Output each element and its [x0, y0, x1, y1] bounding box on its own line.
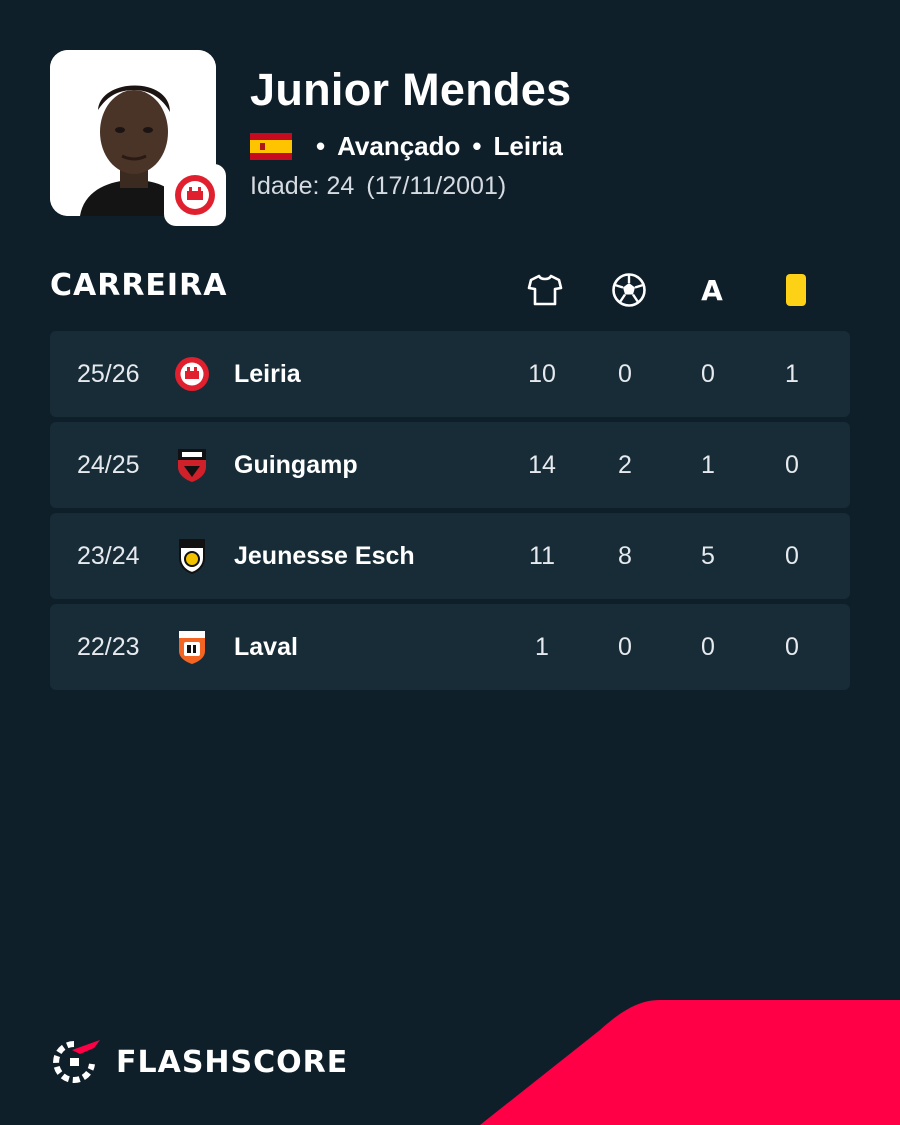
section-title: CARREIRA	[50, 268, 228, 303]
appearances: 10	[528, 360, 556, 388]
career-row: 22/23 Laval 1 0 0 0	[50, 604, 850, 690]
spain-flag-icon	[250, 132, 292, 160]
season: 22/23	[77, 633, 140, 661]
season: 25/26	[77, 360, 140, 388]
club-name: Guingamp	[234, 451, 358, 479]
brand-name: FLASHSCORE	[116, 1044, 349, 1080]
yellow-cards: 1	[785, 360, 799, 388]
accent-corner	[480, 1000, 900, 1125]
separator-dot: •	[472, 130, 482, 161]
leiria-crest-icon	[175, 357, 209, 391]
yellow-cards: 0	[785, 633, 799, 661]
appearances: 14	[528, 451, 556, 479]
appearances: 11	[529, 542, 555, 570]
career-row: 23/24 Jeunesse Esch 11 8 5 0	[50, 513, 850, 599]
career-row: 24/25 Guingamp 14 2 1 0	[50, 422, 850, 508]
birthdate: (17/11/2001)	[366, 172, 507, 200]
assists: 1	[701, 451, 715, 479]
leiria-crest-icon	[175, 175, 215, 215]
player-name: Junior Mendes	[250, 64, 572, 115]
season: 23/24	[77, 542, 140, 570]
career-row: 25/26 Leiria 10 0 0 1	[50, 331, 850, 417]
assists: 0	[701, 633, 715, 661]
assists: 5	[701, 542, 715, 570]
assists: 0	[701, 360, 715, 388]
assist-icon: A	[692, 270, 732, 310]
assist-letter: A	[701, 273, 723, 307]
player-position: Avançado	[337, 130, 461, 161]
player-age: Idade: 24 (17/11/2001)	[250, 172, 506, 201]
season: 24/25	[77, 451, 140, 479]
age-label: Idade: 24	[250, 172, 355, 200]
brand-logo: FLASHSCORE	[50, 1038, 348, 1086]
guingamp-crest-icon	[178, 449, 206, 482]
goals: 8	[618, 542, 632, 570]
club-name: Jeunesse Esch	[234, 542, 415, 570]
ball-icon	[609, 270, 649, 310]
appearances: 1	[535, 633, 549, 661]
yellow-cards: 0	[785, 542, 799, 570]
flashscore-logo-icon	[53, 1040, 100, 1083]
yellow-cards: 0	[785, 451, 799, 479]
club-name: Laval	[234, 633, 298, 661]
player-club: Leiria	[493, 130, 563, 161]
club-name: Leiria	[234, 360, 301, 388]
yellow-card-icon	[776, 270, 816, 310]
shirt-icon	[525, 270, 565, 310]
club-badge	[164, 164, 226, 226]
goals: 0	[618, 360, 632, 388]
laval-crest-icon	[179, 631, 205, 664]
goals: 0	[618, 633, 632, 661]
player-meta: • Avançado • Leiria	[250, 130, 563, 162]
separator-dot: •	[316, 130, 326, 161]
goals: 2	[618, 451, 632, 479]
jeunesse-esch-crest-icon	[179, 539, 205, 574]
